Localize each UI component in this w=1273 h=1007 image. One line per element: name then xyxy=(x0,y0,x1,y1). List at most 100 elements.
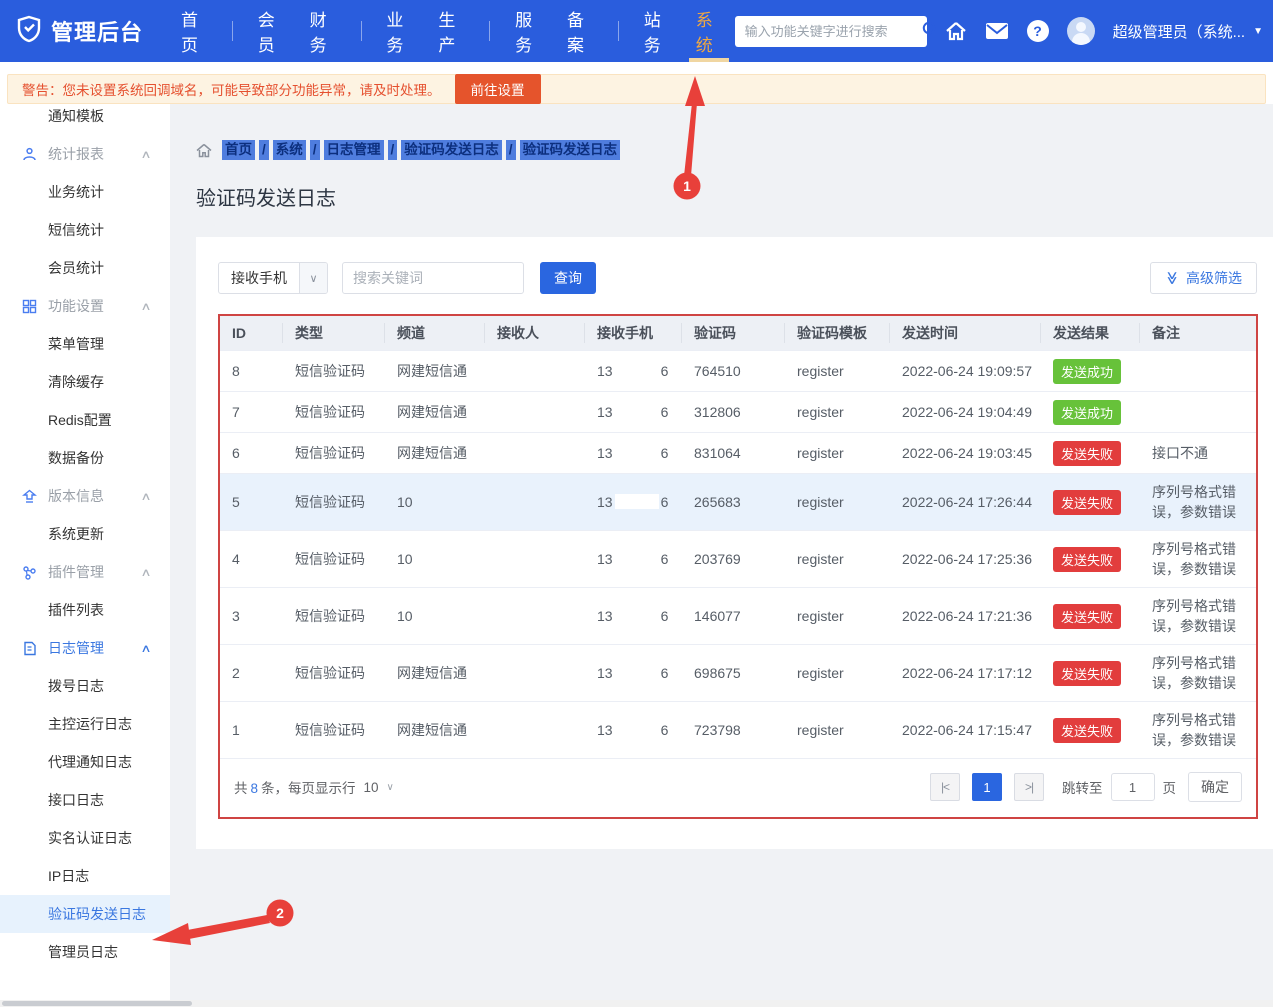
cell-channel: 网建短信通 xyxy=(385,663,485,683)
table-row[interactable]: 4 短信验证码 10 136 203769 register 2022-06-2… xyxy=(220,530,1256,587)
nav-item-record[interactable]: 备案 xyxy=(554,0,606,62)
column-header-time[interactable]: 发送时间 xyxy=(890,323,1041,343)
column-header-remark[interactable]: 备注 xyxy=(1140,323,1256,343)
confirm-button[interactable]: 确定 xyxy=(1188,772,1242,802)
sidebar-item-system-update[interactable]: 系统更新 xyxy=(0,515,170,553)
mail-icon[interactable] xyxy=(985,22,1009,40)
sidebar-group-stats-report[interactable]: 统计报表 ∧ xyxy=(0,135,170,173)
breadcrumb-item[interactable]: 日志管理 xyxy=(324,140,384,160)
sidebar-group-log-manage[interactable]: 日志管理 ∧ xyxy=(0,629,170,667)
scrollbar-thumb[interactable] xyxy=(2,1001,192,1006)
chevron-up-icon[interactable]: ∧ xyxy=(140,566,151,579)
sidebar-item-menu-manage[interactable]: 菜单管理 xyxy=(0,325,170,363)
sidebar-item-sms-stats[interactable]: 短信统计 xyxy=(0,211,170,249)
chevron-down-icon[interactable]: ▼ xyxy=(1253,26,1263,37)
sidebar-item-admin-log[interactable]: 管理员日志 xyxy=(0,933,170,971)
column-header-phone[interactable]: 接收手机 xyxy=(585,323,682,343)
jump-page-input[interactable] xyxy=(1111,773,1155,801)
chevron-up-icon[interactable]: ∧ xyxy=(140,148,151,161)
table-row[interactable]: 7 短信验证码 网建短信通 136 312806 register 2022-0… xyxy=(220,391,1256,432)
jump-suffix: 页 xyxy=(1163,777,1177,797)
nav-item-production[interactable]: 生产 xyxy=(425,0,477,62)
cell-phone: 136 xyxy=(585,665,682,681)
go-settings-button[interactable]: 前往设置 xyxy=(455,74,541,104)
column-header-template[interactable]: 验证码模板 xyxy=(785,323,890,343)
cell-channel: 10 xyxy=(385,494,485,510)
first-page-button[interactable]: |< xyxy=(930,773,960,801)
cell-result: 发送失败 xyxy=(1041,490,1140,515)
sidebar-item-plugin-list[interactable]: 插件列表 xyxy=(0,591,170,629)
table-row[interactable]: 6 短信验证码 网建短信通 136 831064 register 2022-0… xyxy=(220,432,1256,473)
column-header-channel[interactable]: 频道 xyxy=(385,323,485,343)
main-menu: 首页 会员 财务 业务 生产 服务 备案 站务 系统 xyxy=(168,0,735,62)
sidebar-item-ip-log[interactable]: IP日志 xyxy=(0,857,170,895)
sidebar-group-label: 统计报表 xyxy=(48,144,104,164)
sidebar-group-version-info[interactable]: 版本信息 ∧ xyxy=(0,477,170,515)
chevron-up-icon[interactable]: ∧ xyxy=(140,642,151,655)
cell-template: register xyxy=(785,551,890,567)
query-button[interactable]: 查询 xyxy=(540,262,596,294)
breadcrumb-item[interactable]: 验证码发送日志 xyxy=(520,140,621,160)
cell-remark: 序列号格式错误，参数错误 xyxy=(1140,710,1256,751)
nav-item-site[interactable]: 站务 xyxy=(631,0,683,62)
column-header-code[interactable]: 验证码 xyxy=(682,323,785,343)
search-field-select[interactable]: 接收手机 ∨ xyxy=(218,262,328,294)
global-search[interactable] xyxy=(735,16,927,47)
cell-type: 短信验证码 xyxy=(283,720,385,740)
chevron-down-icon[interactable]: ∨ xyxy=(387,782,394,793)
table-row[interactable]: 8 短信验证码 网建短信通 136 764510 register 2022-0… xyxy=(220,350,1256,391)
search-icon[interactable] xyxy=(921,20,939,43)
page-size-select[interactable]: 10 xyxy=(364,780,379,795)
status-badge: 发送失败 xyxy=(1053,441,1121,466)
sidebar-item-api-log[interactable]: 接口日志 xyxy=(0,781,170,819)
last-page-button[interactable]: >| xyxy=(1014,773,1044,801)
table-row[interactable]: 2 短信验证码 网建短信通 136 698675 register 2022-0… xyxy=(220,644,1256,701)
sidebar-item-notify-template[interactable]: 通知模板 xyxy=(0,104,170,135)
sidebar-group-plugin-manage[interactable]: 插件管理 ∧ xyxy=(0,553,170,591)
page-number-button[interactable]: 1 xyxy=(972,773,1002,801)
sidebar-item-clear-cache[interactable]: 清除缓存 xyxy=(0,363,170,401)
chevron-up-icon[interactable]: ∧ xyxy=(140,490,151,503)
table-row[interactable]: 1 短信验证码 网建短信通 136 723798 register 2022-0… xyxy=(220,701,1256,758)
table-row[interactable]: 3 短信验证码 10 136 146077 register 2022-06-2… xyxy=(220,587,1256,644)
sidebar-item-agent-notify-log[interactable]: 代理通知日志 xyxy=(0,743,170,781)
sidebar-item-member-stats[interactable]: 会员统计 xyxy=(0,249,170,287)
sidebar-group-function-settings[interactable]: 功能设置 ∧ xyxy=(0,287,170,325)
column-header-receiver[interactable]: 接收人 xyxy=(485,323,585,343)
breadcrumb-item[interactable]: 验证码发送日志 xyxy=(401,140,502,160)
advanced-filter-button[interactable]: ≫ 高级筛选 xyxy=(1150,262,1257,294)
sidebar-item-business-stats[interactable]: 业务统计 xyxy=(0,173,170,211)
breadcrumb-home-icon[interactable] xyxy=(196,143,212,158)
nav-item-home[interactable]: 首页 xyxy=(168,0,220,62)
user-menu[interactable]: 超级管理员（系统... xyxy=(1113,21,1246,42)
sidebar-group-label: 插件管理 xyxy=(48,562,104,582)
cell-remark: 序列号格式错误，参数错误 xyxy=(1140,653,1256,694)
table-row[interactable]: 5 短信验证码 10 136 265683 register 2022-06-2… xyxy=(220,473,1256,530)
global-search-input[interactable] xyxy=(745,24,921,39)
sidebar-item-data-backup[interactable]: 数据备份 xyxy=(0,439,170,477)
nav-item-business[interactable]: 业务 xyxy=(373,0,425,62)
nav-item-service[interactable]: 服务 xyxy=(502,0,554,62)
chevron-up-icon[interactable]: ∧ xyxy=(140,300,151,313)
column-header-type[interactable]: 类型 xyxy=(283,323,385,343)
nav-item-finance[interactable]: 财务 xyxy=(297,0,349,62)
column-header-id[interactable]: ID xyxy=(220,323,283,343)
breadcrumb-item[interactable]: 首页 xyxy=(222,140,255,160)
cell-type: 短信验证码 xyxy=(283,549,385,569)
brand-logo[interactable]: 管理后台 xyxy=(0,15,168,48)
keyword-input[interactable] xyxy=(342,262,524,294)
sidebar-item-master-run-log[interactable]: 主控运行日志 xyxy=(0,705,170,743)
nav-item-system[interactable]: 系统 xyxy=(683,0,735,62)
status-badge: 发送失败 xyxy=(1053,547,1121,572)
breadcrumb-item[interactable]: 系统 xyxy=(273,140,306,160)
help-icon[interactable]: ? xyxy=(1027,20,1049,42)
sidebar-item-captcha-send-log[interactable]: 验证码发送日志 xyxy=(0,895,170,933)
avatar[interactable] xyxy=(1067,17,1095,45)
column-header-result[interactable]: 发送结果 xyxy=(1041,323,1140,343)
home-icon[interactable] xyxy=(945,21,967,41)
sidebar-item-dial-log[interactable]: 拨号日志 xyxy=(0,667,170,705)
sidebar-item-redis-config[interactable]: Redis配置 xyxy=(0,401,170,439)
nav-item-member[interactable]: 会员 xyxy=(245,0,297,62)
horizontal-scrollbar[interactable] xyxy=(0,1000,1273,1007)
sidebar-item-realname-log[interactable]: 实名认证日志 xyxy=(0,819,170,857)
